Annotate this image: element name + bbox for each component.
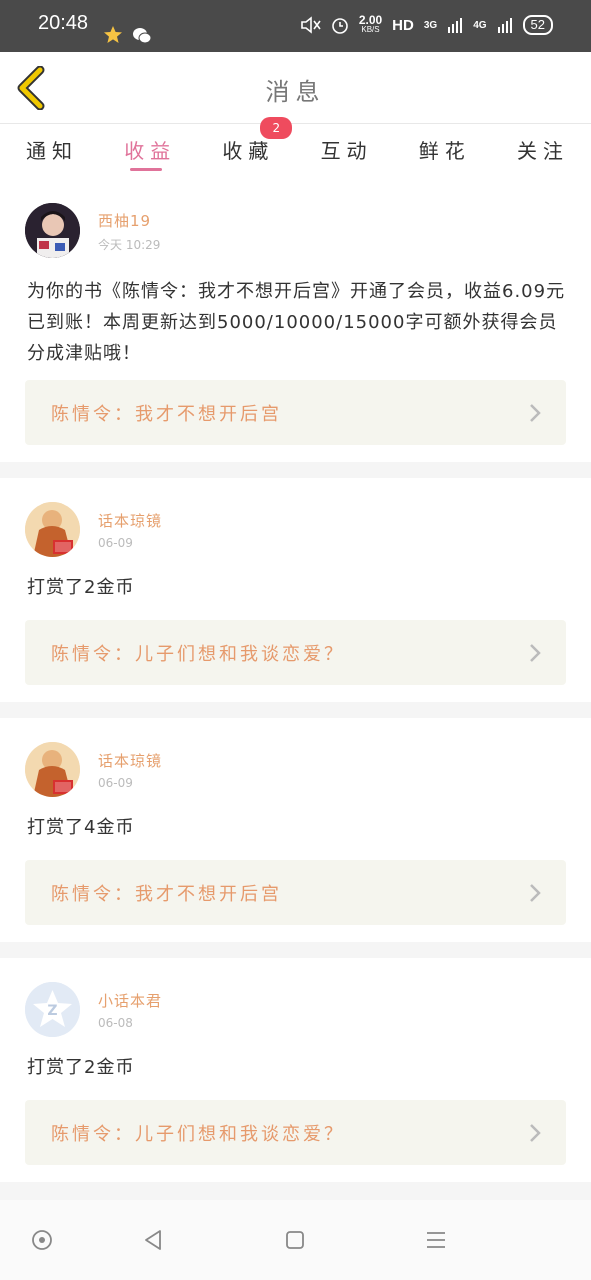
status-time: 20:48 — [38, 12, 89, 34]
divider — [0, 702, 591, 718]
book-link[interactable]: 陈情令：我才不想开后宫 — [25, 380, 566, 445]
signal-icon — [497, 18, 512, 33]
divider — [0, 942, 591, 958]
network-3g: 3G — [423, 19, 438, 31]
tab-earnings[interactable]: 收益 — [124, 125, 176, 177]
battery-indicator: 52 — [522, 15, 553, 35]
divider — [0, 1182, 591, 1200]
tab-interactions[interactable]: 互动 — [321, 125, 373, 177]
message-time: 06-08 — [98, 1016, 133, 1030]
book-title: 陈情令：我才不想开后宫 — [51, 884, 282, 905]
signal-icon — [448, 18, 463, 33]
avatar[interactable] — [25, 502, 80, 557]
message-time: 今天 10:29 — [98, 238, 161, 252]
network-4g: 4G — [473, 19, 487, 31]
status-indicators: 2.00 KB/S HD 3G 4G 52 — [299, 13, 553, 35]
message-item: 西柚19 今天 10:29 为你的书《陈情令：我才不想开后宫》开通了会员，收益6… — [0, 180, 591, 462]
book-title: 陈情令：我才不想开后宫 — [51, 404, 282, 425]
tab-notifications[interactable]: 通知 — [26, 125, 78, 177]
wechat-icon — [133, 28, 152, 44]
tab-favorites[interactable]: 收藏 2 — [222, 117, 293, 177]
header: 消息 — [0, 52, 591, 124]
message-time: 06-09 — [98, 776, 133, 790]
system-nav-bar — [0, 1200, 591, 1280]
message-body: 打赏了2金币 — [27, 1057, 135, 1078]
book-link[interactable]: 陈情令：儿子们想和我谈恋爱？ — [25, 620, 566, 685]
page-title: 消息 — [265, 78, 326, 106]
net-speed: 2.00 KB/S — [358, 13, 383, 34]
sender-name[interactable]: 西柚19 — [98, 210, 151, 231]
message-item: 话本琼镜 06-09 打赏了4金币 陈情令：我才不想开后宫 — [0, 718, 591, 942]
tab-bar: 通知 收益 收藏 2 互动 鲜花 关注 — [0, 117, 591, 177]
book-link[interactable]: 陈情令：儿子们想和我谈恋爱？ — [25, 1100, 566, 1165]
chevron-right-icon — [530, 1124, 541, 1142]
back-icon[interactable] — [141, 1228, 165, 1252]
avatar[interactable] — [25, 203, 80, 258]
message-body: 打赏了4金币 — [27, 817, 135, 838]
message-item: 话本琼镜 06-09 打赏了2金币 陈情令：儿子们想和我谈恋爱？ — [0, 478, 591, 702]
svg-text:Z: Z — [47, 1003, 57, 1019]
assistant-icon[interactable] — [30, 1228, 54, 1252]
book-link[interactable]: 陈情令：我才不想开后宫 — [25, 860, 566, 925]
star-icon — [104, 26, 122, 43]
sender-name[interactable]: 话本琼镜 — [98, 510, 162, 531]
status-bar: 20:48 2.00 KB/S HD 3G 4G 52 — [0, 0, 591, 52]
message-item: Z 小话本君 06-08 打赏了2金币 陈情令：儿子们想和我谈恋爱？ — [0, 958, 591, 1182]
message-body: 为你的书《陈情令：我才不想开后宫》开通了会员，收益6.09元已到账！本周更新达到… — [27, 281, 566, 364]
message-time: 06-09 — [98, 536, 133, 550]
menu-icon[interactable] — [424, 1228, 448, 1252]
book-title: 陈情令：儿子们想和我谈恋爱？ — [51, 644, 345, 665]
home-icon[interactable] — [283, 1228, 307, 1252]
chevron-right-icon — [530, 404, 541, 422]
chevron-right-icon — [530, 884, 541, 902]
chevron-right-icon — [530, 644, 541, 662]
tab-follows[interactable]: 关注 — [517, 125, 569, 177]
tab-badge: 2 — [260, 117, 293, 139]
message-body: 打赏了2金币 — [27, 577, 135, 598]
divider — [0, 462, 591, 478]
alarm-icon — [332, 18, 348, 34]
hd-indicator: HD — [392, 16, 414, 34]
sender-name[interactable]: 小话本君 — [98, 990, 162, 1011]
mute-icon — [301, 16, 321, 34]
book-title: 陈情令：儿子们想和我谈恋爱？ — [51, 1124, 345, 1145]
avatar[interactable] — [25, 742, 80, 797]
avatar[interactable]: Z — [25, 982, 80, 1037]
tab-flowers[interactable]: 鲜花 — [419, 125, 471, 177]
sender-name[interactable]: 话本琼镜 — [98, 750, 162, 771]
